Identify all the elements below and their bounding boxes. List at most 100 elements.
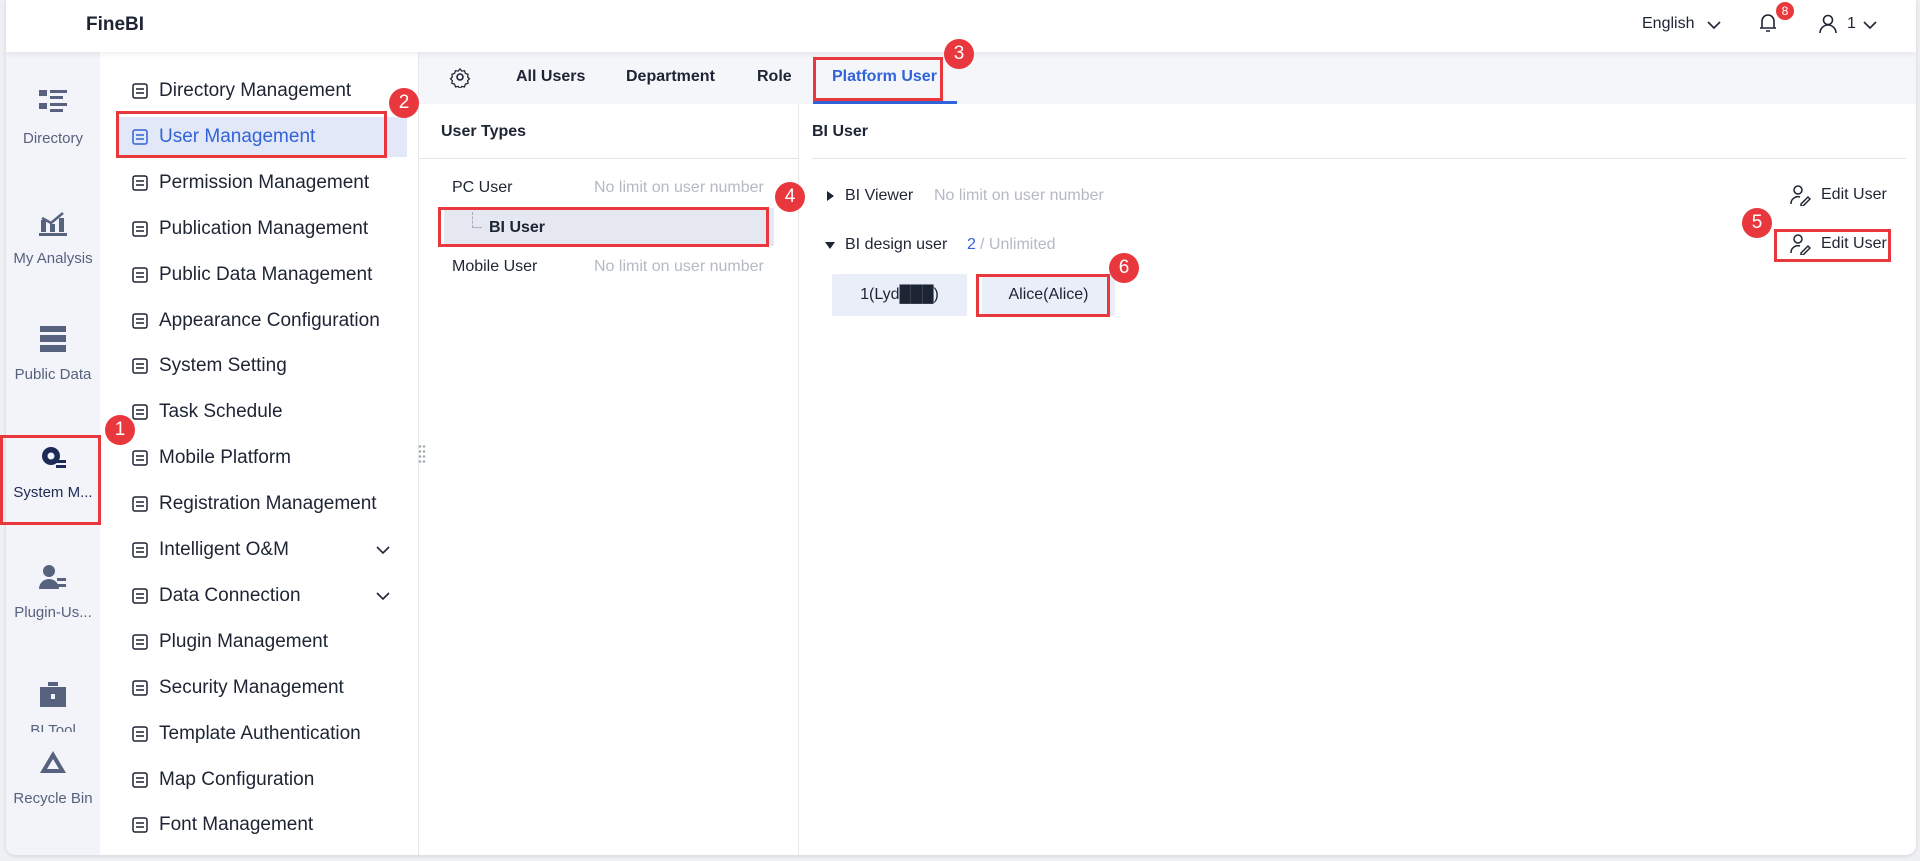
menu-item-publication[interactable]: Publication Management <box>116 209 407 249</box>
rail-item-bi-tool[interactable]: BI Tool <box>6 682 100 732</box>
divider <box>419 158 798 159</box>
pc-user-note: No limit on user number <box>594 179 764 196</box>
design-user-limit: / Unlimited <box>980 236 1056 253</box>
mobile-user-item[interactable]: Mobile User <box>452 258 537 276</box>
menu-item-label: Publication Management <box>159 217 369 239</box>
annotation-box-1 <box>0 435 101 525</box>
toolbox-icon <box>40 682 66 707</box>
annotation-box-5 <box>1774 229 1891 262</box>
user-chip[interactable]: 1(Lyd███) <box>832 274 967 316</box>
rail-label: Directory <box>22 130 83 147</box>
system-setting-icon <box>132 358 148 375</box>
edit-user-label: Edit User <box>1821 186 1887 203</box>
menu-item-template[interactable]: Template Authentication <box>116 714 407 754</box>
menu-item-label: Data Connection <box>159 584 301 606</box>
annotation-number: 4 <box>775 182 805 212</box>
bi-design-user-label[interactable]: BI design user <box>845 236 947 254</box>
menu-item-plugin[interactable]: Plugin Management <box>116 622 407 662</box>
caret-right-icon[interactable] <box>826 190 836 202</box>
menu-item-label: Font Management <box>159 814 314 836</box>
rail-label: Plugin-Us... <box>14 604 92 621</box>
menu-item-label: Task Schedule <box>159 401 283 423</box>
publication-icon <box>132 220 148 237</box>
menu-item-system-setting[interactable]: System Setting <box>116 346 407 386</box>
tab-bar: All Users Department Role Platform User <box>419 52 1916 104</box>
menu-item-directory[interactable]: Directory Management <box>116 71 407 111</box>
rail-label: My Analysis <box>13 250 93 267</box>
divider <box>812 158 1906 159</box>
rail-label: Public Data <box>14 366 92 383</box>
menu-item-label: Public Data Management <box>159 263 373 285</box>
menu-item-permission[interactable]: Permission Management <box>116 163 407 203</box>
menu-item-label: Template Authentication <box>159 722 361 744</box>
font-icon <box>132 817 148 834</box>
security-icon <box>132 679 148 696</box>
plugin-icon <box>132 634 148 650</box>
menu-item-mobile[interactable]: Mobile Platform <box>116 438 407 478</box>
registration-icon <box>132 496 148 512</box>
app-logo: FineBI <box>86 14 145 35</box>
gear-icon[interactable] <box>449 66 471 88</box>
notification-badge: 8 <box>1776 2 1794 20</box>
mobile-user-note: No limit on user number <box>594 258 764 275</box>
tab-all-users[interactable]: All Users <box>516 68 585 86</box>
chevron-down-icon[interactable] <box>375 542 391 558</box>
public-data-icon <box>132 266 148 283</box>
resize-handle[interactable] <box>418 444 426 464</box>
rail-item-directory[interactable]: Directory <box>6 90 100 147</box>
menu-item-font[interactable]: Font Management <box>116 805 407 845</box>
rail-item-recycle-bin[interactable]: Recycle Bin <box>6 732 100 807</box>
menu-item-om[interactable]: Intelligent O&M <box>116 530 407 570</box>
rail-label: BI Tool <box>30 722 76 732</box>
menu-item-label: Mobile Platform <box>159 447 291 469</box>
menu-item-data-connection[interactable]: Data Connection <box>116 576 407 616</box>
user-types-title: User Types <box>441 123 527 140</box>
rail-item-plugin-user[interactable]: Plugin-Us... <box>6 564 100 621</box>
annotation-box-3 <box>813 57 943 101</box>
language-select[interactable]: English <box>1642 15 1694 33</box>
menu-item-label: Directory Management <box>159 80 352 101</box>
pc-user-item[interactable]: PC User <box>452 179 512 197</box>
annotation-number: 2 <box>389 88 419 118</box>
chevron-down-icon <box>1707 21 1721 30</box>
annotation-box-4 <box>438 207 769 247</box>
om-icon <box>132 542 148 558</box>
bi-viewer-note: No limit on user number <box>934 187 1104 204</box>
tab-department[interactable]: Department <box>626 68 715 86</box>
user-icon[interactable] <box>1818 13 1838 35</box>
menu-item-appearance[interactable]: Appearance Configuration <box>116 301 407 341</box>
menu-item-label: Security Management <box>159 676 344 698</box>
menu-item-task-schedule[interactable]: Task Schedule <box>116 392 407 432</box>
chevron-down-icon <box>1863 21 1877 30</box>
recycle-bin-icon <box>40 751 66 773</box>
bi-viewer-label[interactable]: BI Viewer <box>845 187 913 205</box>
bell-icon[interactable] <box>1758 12 1778 34</box>
map-icon <box>132 771 148 788</box>
menu-item-label: Plugin Management <box>159 630 328 652</box>
rail-item-my-analysis[interactable]: My Analysis <box>6 210 100 267</box>
plugin-user-icon <box>39 565 66 589</box>
directory-icon <box>132 83 148 99</box>
menu-item-registration[interactable]: Registration Management <box>116 484 407 524</box>
annotation-number: 3 <box>944 39 974 69</box>
edit-user-icon <box>1790 185 1811 206</box>
menu-item-security[interactable]: Security Management <box>116 668 407 708</box>
chevron-down-icon[interactable] <box>375 588 391 604</box>
rail-label: Recycle Bin <box>13 790 93 807</box>
annotation-box-6 <box>976 274 1110 317</box>
appearance-icon <box>132 312 148 329</box>
rail-item-public-data[interactable]: Public Data <box>6 326 100 383</box>
tab-role[interactable]: Role <box>757 68 792 86</box>
user-name[interactable]: 1 <box>1847 15 1856 33</box>
annotation-number: 5 <box>1742 208 1772 238</box>
edit-user-button-viewer[interactable]: Edit User <box>1789 184 1887 206</box>
analysis-icon <box>39 212 67 236</box>
caret-down-icon[interactable] <box>824 241 836 251</box>
menu-item-public-data[interactable]: Public Data Management <box>116 255 407 295</box>
public-data-icon <box>40 326 66 352</box>
menu-item-map[interactable]: Map Configuration <box>116 760 407 800</box>
menu-item-label: Permission Management <box>159 171 370 193</box>
directory-icon <box>39 90 67 112</box>
menu-item-label: System Setting <box>159 355 287 377</box>
menu-item-label: Appearance Configuration <box>159 309 380 331</box>
